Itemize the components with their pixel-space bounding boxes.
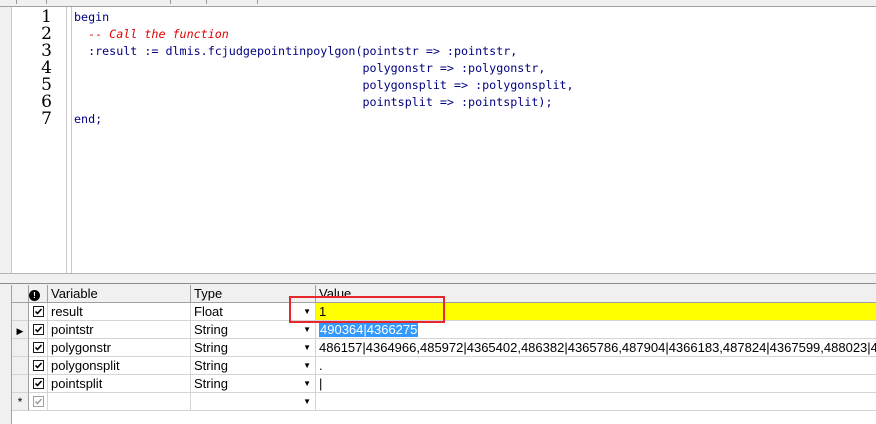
- row-indicator[interactable]: *: [12, 393, 29, 411]
- type-select[interactable]: String ▼: [191, 357, 316, 375]
- row-pointer-icon: ▶: [16, 326, 24, 336]
- toolbar-separator: [16, 0, 17, 4]
- gutter-divider: [66, 7, 67, 273]
- type-value: String: [194, 376, 228, 391]
- table-row[interactable]: polygonsplit String ▼ .: [12, 357, 876, 375]
- row-checkbox-cell[interactable]: [29, 393, 48, 411]
- row-indicator[interactable]: [12, 357, 29, 375]
- toolbar-strip: [0, 0, 876, 7]
- row-checkbox-cell[interactable]: [29, 375, 48, 393]
- type-select[interactable]: String ▼: [191, 321, 316, 339]
- pane-splitter[interactable]: [0, 273, 876, 284]
- code-line[interactable]: polygonstr => :polygonstr,: [74, 60, 545, 77]
- row-checkbox-cell[interactable]: [29, 339, 48, 357]
- variable-name[interactable]: pointsplit: [48, 375, 191, 393]
- row-checkbox-cell[interactable]: [29, 303, 48, 321]
- type-select[interactable]: String ▼: [191, 339, 316, 357]
- checkbox[interactable]: [33, 360, 44, 371]
- toolbar-separator: [170, 0, 171, 4]
- table-row[interactable]: ▶ pointstr String ▼ 490364|4366275: [12, 321, 876, 339]
- variable-name[interactable]: polygonsplit: [48, 357, 191, 375]
- table-row[interactable]: pointsplit String ▼ |: [12, 375, 876, 393]
- annotation-highlight-box: [289, 296, 445, 323]
- table-row[interactable]: polygonstr String ▼ 486157|4364966,485972…: [12, 339, 876, 357]
- code-comment-line[interactable]: -- Call the function: [74, 26, 229, 43]
- type-select[interactable]: String ▼: [191, 375, 316, 393]
- value-cell[interactable]: |: [316, 375, 876, 393]
- value-cell[interactable]: [316, 393, 876, 411]
- gutter-divider: [71, 7, 72, 273]
- row-indicator[interactable]: [12, 339, 29, 357]
- variable-name[interactable]: pointstr: [48, 321, 191, 339]
- toolbar-separator: [257, 0, 258, 4]
- variable-name[interactable]: [48, 393, 191, 411]
- dropdown-arrow-icon[interactable]: ▼: [303, 321, 311, 338]
- variable-name[interactable]: result: [48, 303, 191, 321]
- checkbox[interactable]: [33, 306, 44, 317]
- header-indicator-cell: [12, 285, 29, 303]
- dropdown-arrow-icon[interactable]: ▼: [303, 393, 311, 410]
- row-indicator[interactable]: [12, 303, 29, 321]
- code-line[interactable]: pointsplit => :pointsplit);: [74, 94, 552, 111]
- checkbox[interactable]: [33, 378, 44, 389]
- toolbar-separator: [206, 0, 207, 4]
- value-cell[interactable]: .: [316, 357, 876, 375]
- checkbox[interactable]: [33, 342, 44, 353]
- info-icon: !: [29, 290, 40, 301]
- dropdown-arrow-icon[interactable]: ▼: [303, 375, 311, 392]
- code-line[interactable]: :result := dlmis.fcjudgepointinpoylgon(p…: [74, 43, 517, 60]
- row-indicator[interactable]: ▶: [12, 321, 29, 339]
- header-info-cell[interactable]: !: [29, 285, 48, 303]
- new-row-asterisk-icon: *: [17, 395, 23, 409]
- line-number-gutter: 1 2 3 4 5 6 7: [12, 7, 56, 273]
- row-indicator[interactable]: [12, 375, 29, 393]
- checkbox[interactable]: [33, 324, 44, 335]
- sql-editor[interactable]: 1 2 3 4 5 6 7 begin -- Call the function…: [11, 7, 876, 273]
- type-value: Float: [194, 304, 223, 319]
- row-checkbox-cell[interactable]: [29, 321, 48, 339]
- code-line[interactable]: polygonsplit => :polygonsplit,: [74, 77, 573, 94]
- new-table-row[interactable]: * ▼: [12, 393, 876, 411]
- variable-name[interactable]: polygonstr: [48, 339, 191, 357]
- column-header-variable[interactable]: Variable: [48, 285, 191, 303]
- type-value: String: [194, 340, 228, 355]
- type-value: String: [194, 322, 228, 337]
- code-line[interactable]: begin: [74, 9, 109, 26]
- code-line[interactable]: end;: [74, 111, 102, 128]
- selected-text[interactable]: 490364|4366275: [319, 322, 419, 337]
- checkbox[interactable]: [33, 396, 44, 407]
- value-cell[interactable]: 490364|4366275: [316, 321, 876, 339]
- value-cell[interactable]: 486157|4364966,485972|4365402,486382|436…: [316, 339, 876, 357]
- toolbar-separator: [46, 0, 47, 4]
- line-number: 7: [41, 109, 52, 129]
- dropdown-arrow-icon[interactable]: ▼: [303, 357, 311, 374]
- row-checkbox-cell[interactable]: [29, 357, 48, 375]
- dropdown-arrow-icon[interactable]: ▼: [303, 339, 311, 356]
- type-value: String: [194, 358, 228, 373]
- type-select[interactable]: ▼: [191, 393, 316, 411]
